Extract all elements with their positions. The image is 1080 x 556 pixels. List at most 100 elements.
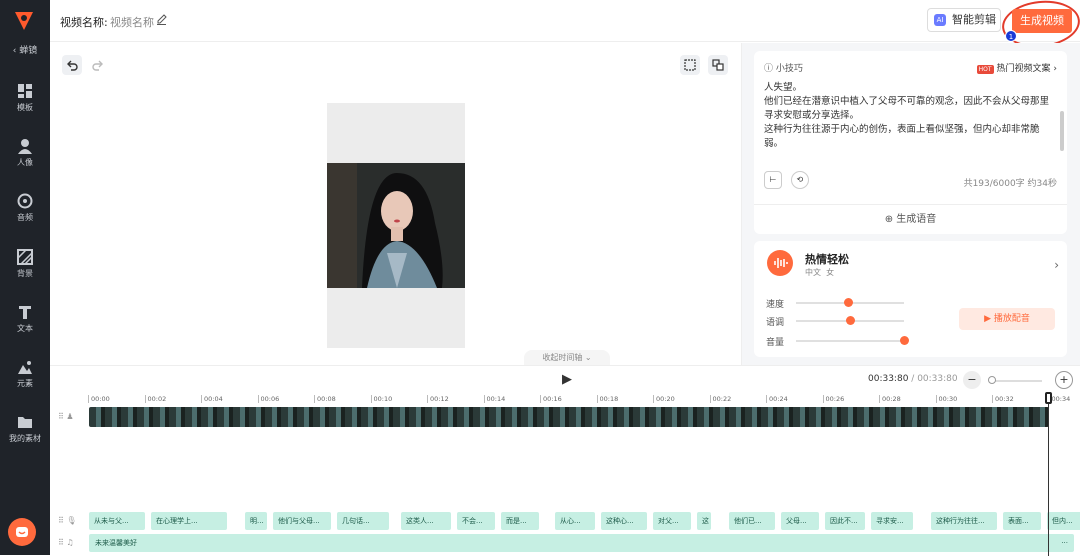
subtitle-clip[interactable]: 表面... (1003, 512, 1041, 530)
zoom-slider[interactable] (990, 380, 1042, 382)
ai-edit-label: 智能剪辑 (952, 13, 996, 26)
sidebar-item-label: 模板 (17, 103, 33, 112)
ruler-tick: 00:10 (370, 395, 392, 403)
ai-edit-button[interactable]: AI 智能剪辑 (927, 8, 1001, 32)
play-dub-button[interactable]: ▶ 播放配音 (959, 308, 1055, 330)
sidebar-item-label: 我的素材 (9, 434, 41, 443)
info-icon: ⓘ (764, 64, 774, 74)
avatar-preview-image[interactable] (327, 163, 465, 288)
volume-knob[interactable] (900, 336, 909, 345)
subtitle-clip[interactable]: 他们与父母... (273, 512, 331, 530)
sidebar-item-label: 元素 (17, 379, 33, 388)
subtitle-clip[interactable]: 在心理学上... (151, 512, 227, 530)
sidebar-item-my-assets[interactable]: 我的素材 (0, 414, 50, 444)
sidebar-item-element[interactable]: 元素 (0, 359, 50, 389)
zoom-in-button[interactable]: + (1055, 371, 1073, 389)
subtitle-clip[interactable]: 父母... (781, 512, 819, 530)
script-card: ⓘ 小技巧 HOT 热门视频文案 › 人失望。 他们已经在潜意识中植入了父母不可靠… (754, 51, 1067, 234)
edit-icon[interactable] (156, 14, 167, 25)
subtitle-clip[interactable]: 这类人... (401, 512, 451, 530)
video-name-label: 视频名称: (60, 16, 108, 29)
sidebar-item-template[interactable]: 模板 (0, 83, 50, 113)
music-track-clip[interactable]: 未来温馨美好 ··· (89, 534, 1074, 552)
step-badge: 1 (1005, 30, 1017, 42)
layout-icon (712, 59, 724, 71)
back-button[interactable]: ‹ 蝉镜 (0, 43, 50, 56)
chevron-right-icon[interactable]: › (1054, 258, 1059, 272)
speed-slider[interactable] (796, 298, 904, 307)
pitch-knob[interactable] (846, 316, 855, 325)
music-title: 未来温馨美好 (95, 539, 137, 547)
redo-button[interactable] (88, 55, 108, 75)
speed-knob[interactable] (843, 298, 853, 307)
sidebar-item-audio[interactable]: 音频 (0, 193, 50, 223)
subtitle-clip[interactable]: 因此不... (825, 512, 865, 530)
script-textarea[interactable]: 人失望。 他们已经在潜意识中植入了父母不可靠的观念，因此不会从父母那里寻求安慰或… (764, 81, 1052, 165)
tip-label: 小技巧 (775, 64, 803, 74)
subtitle-clip[interactable]: 他们已... (729, 512, 775, 530)
script-scrollbar[interactable] (1060, 111, 1064, 151)
ruler-tick: 00:04 (201, 395, 223, 403)
play-icon[interactable]: ▶ (562, 372, 572, 387)
generate-video-button[interactable]: 生成视频 (1012, 9, 1072, 33)
subtitle-clip[interactable]: 不会... (457, 512, 495, 530)
ruler-tick: 00:30 (935, 395, 957, 403)
zoom-knob[interactable] (988, 376, 996, 384)
playhead-handle[interactable] (1045, 392, 1052, 404)
voice-lang: 中文 (805, 268, 821, 277)
subtitle-clip[interactable]: 从未与父... (89, 512, 145, 530)
polyphone-icon[interactable]: ⟲ (790, 171, 809, 189)
drag-handle-icon[interactable]: ⠿ ♟ (58, 412, 74, 421)
sidebar-item-background[interactable]: 背景 (0, 249, 50, 279)
support-avatar[interactable] (8, 518, 36, 546)
pitch-slider[interactable] (796, 316, 904, 325)
subtitle-clip[interactable]: 几句话... (337, 512, 389, 530)
layout-button[interactable] (708, 55, 728, 75)
undo-button[interactable] (62, 55, 82, 75)
subtitle-clip[interactable]: 寻求安... (871, 512, 913, 530)
right-panel: ⓘ 小技巧 HOT 热门视频文案 › 人失望。 他们已经在潜意识中植入了父母不可靠… (741, 43, 1080, 365)
sidebar-item-person[interactable]: 人像 (0, 138, 50, 168)
subtitle-clip[interactable]: 从心... (555, 512, 595, 530)
insert-pause-icon[interactable]: ⊢ (764, 171, 782, 189)
collapse-timeline-button[interactable]: 收起时间轴 ⌄ (524, 350, 610, 366)
ruler-tick: 00:20 (653, 395, 675, 403)
ruler-tick: 00:28 (879, 395, 901, 403)
subtitle-clip[interactable]: 这种心... (601, 512, 647, 530)
subtitle-clip[interactable]: 这种行为往往... (931, 512, 997, 530)
redo-icon (92, 60, 103, 71)
subtitle-track: 从未与父... 在心理学上... 明... 他们与父母... 几句话... 这类人... 不… (89, 512, 1080, 530)
ruler-tick: 00:02 (144, 395, 166, 403)
script-tools: ⊢ ⟲ (764, 171, 815, 189)
app-logo[interactable] (12, 8, 36, 32)
voice-name: 热情轻松 (805, 253, 849, 266)
hot-badge: HOT (976, 65, 994, 74)
ruler-tick: 00:08 (314, 395, 336, 403)
tip-row: ⓘ 小技巧 HOT 热门视频文案 › (764, 61, 1057, 75)
subtitle-clip[interactable]: 明... (245, 512, 267, 530)
subtitle-clip[interactable]: 这 (697, 512, 711, 530)
subtitle-clip[interactable]: 但内... (1047, 512, 1080, 530)
hot-script-link[interactable]: HOT 热门视频文案 › (976, 61, 1057, 74)
ruler-tick: 00:12 (427, 395, 449, 403)
more-icon[interactable]: ··· (1061, 534, 1068, 552)
char-count: 共193/6000字 约34秒 (963, 179, 1057, 189)
sidebar-item-text[interactable]: 文本 (0, 304, 50, 334)
drag-handle-icon[interactable]: ⠿ 🎙 (58, 516, 77, 525)
text-icon (19, 306, 31, 319)
generate-voice-button[interactable]: ⊕ 生成语音 (754, 204, 1067, 234)
collapse-label: 收起时间轴 (542, 353, 583, 362)
music-note-icon: ⠿ ♫ (58, 538, 74, 547)
canvas-area: 收起时间轴 ⌄ (50, 43, 740, 366)
video-name-input[interactable]: 视频名称 (110, 14, 154, 30)
safe-frame-button[interactable] (680, 55, 700, 75)
sidebar-item-label: 人像 (17, 158, 33, 167)
volume-slider[interactable] (796, 336, 909, 345)
subtitle-clip[interactable]: 对父... (653, 512, 691, 530)
subtitle-clip[interactable]: 而是... (501, 512, 539, 530)
zoom-out-button[interactable]: − (963, 371, 981, 389)
time-ruler[interactable]: 00:00 00:02 00:04 00:06 00:08 00:10 00:12 00:14… (88, 395, 1080, 405)
video-track-clip[interactable] (89, 407, 1049, 427)
voice-wave-icon (767, 250, 793, 276)
playhead[interactable] (1048, 392, 1049, 556)
